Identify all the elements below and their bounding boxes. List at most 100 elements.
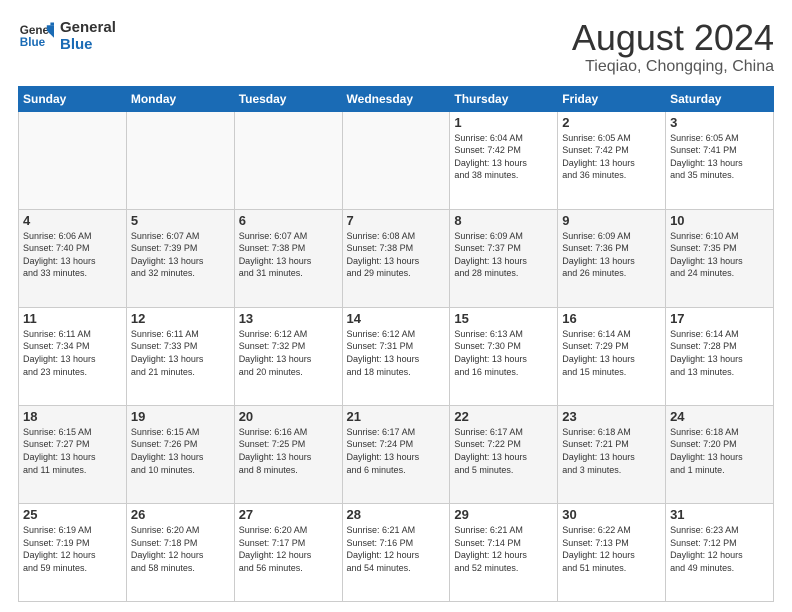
day-info: Sunrise: 6:11 AM Sunset: 7:34 PM Dayligh… — [23, 328, 122, 378]
day-info: Sunrise: 6:06 AM Sunset: 7:40 PM Dayligh… — [23, 230, 122, 280]
calendar-cell: 4 Sunrise: 6:06 AM Sunset: 7:40 PM Daylig… — [19, 209, 127, 307]
day-info: Sunrise: 6:09 AM Sunset: 7:37 PM Dayligh… — [454, 230, 553, 280]
day-number: 3 — [670, 115, 769, 130]
day-info: Sunrise: 6:20 AM Sunset: 7:18 PM Dayligh… — [131, 524, 230, 574]
logo-line1: General — [60, 19, 116, 36]
day-info: Sunrise: 6:17 AM Sunset: 7:22 PM Dayligh… — [454, 426, 553, 476]
day-info: Sunrise: 6:13 AM Sunset: 7:30 PM Dayligh… — [454, 328, 553, 378]
page: General Blue General Blue August 2024 Ti… — [0, 0, 792, 612]
calendar-cell: 19Sunrise: 6:15 AM Sunset: 7:26 PM Dayli… — [126, 405, 234, 503]
day-number: 6 — [239, 213, 338, 228]
day-number: 9 — [562, 213, 661, 228]
day-number: 14 — [347, 311, 446, 326]
day-info: Sunrise: 6:15 AM Sunset: 7:27 PM Dayligh… — [23, 426, 122, 476]
calendar-cell: 8 Sunrise: 6:09 AM Sunset: 7:37 PM Daylig… — [450, 209, 558, 307]
calendar-cell — [19, 111, 127, 209]
calendar-cell: 12Sunrise: 6:11 AM Sunset: 7:33 PM Dayli… — [126, 307, 234, 405]
day-number: 27 — [239, 507, 338, 522]
day-number: 25 — [23, 507, 122, 522]
day-info: Sunrise: 6:18 AM Sunset: 7:21 PM Dayligh… — [562, 426, 661, 476]
calendar-cell: 15 Sunrise: 6:13 AM Sunset: 7:30 PM Dayli… — [450, 307, 558, 405]
day-info: Sunrise: 6:05 AM Sunset: 7:42 PM Dayligh… — [562, 132, 661, 182]
day-number: 29 — [454, 507, 553, 522]
location: Tieqiao, Chongqing, China — [572, 58, 774, 76]
calendar-cell: 13 Sunrise: 6:12 AM Sunset: 7:32 PM Dayli… — [234, 307, 342, 405]
day-number: 24 — [670, 409, 769, 424]
day-number: 21 — [347, 409, 446, 424]
day-info: Sunrise: 6:22 AM Sunset: 7:13 PM Dayligh… — [562, 524, 661, 574]
calendar-cell: 21 Sunrise: 6:17 AM Sunset: 7:24 PM Dayli… — [342, 405, 450, 503]
calendar-cell: 6 Sunrise: 6:07 AM Sunset: 7:38 PM Daylig… — [234, 209, 342, 307]
calendar-week-4: 18 Sunrise: 6:15 AM Sunset: 7:27 PM Dayli… — [19, 405, 774, 503]
calendar-cell: 26 Sunrise: 6:20 AM Sunset: 7:18 PM Dayli… — [126, 503, 234, 601]
day-number: 31 — [670, 507, 769, 522]
title-block: August 2024 Tieqiao, Chongqing, China — [572, 18, 774, 76]
day-number: 7 — [347, 213, 446, 228]
day-info: Sunrise: 6:07 AM Sunset: 7:39 PM Dayligh… — [131, 230, 230, 280]
svg-text:Blue: Blue — [20, 36, 46, 49]
day-info: Sunrise: 6:16 AM Sunset: 7:25 PM Dayligh… — [239, 426, 338, 476]
calendar-cell: 31 Sunrise: 6:23 AM Sunset: 7:12 PM Dayli… — [666, 503, 774, 601]
calendar-week-5: 25 Sunrise: 6:19 AM Sunset: 7:19 PM Dayli… — [19, 503, 774, 601]
day-number: 4 — [23, 213, 122, 228]
day-number: 28 — [347, 507, 446, 522]
day-info: Sunrise: 6:07 AM Sunset: 7:38 PM Dayligh… — [239, 230, 338, 280]
calendar-cell: 18 Sunrise: 6:15 AM Sunset: 7:27 PM Dayli… — [19, 405, 127, 503]
calendar-cell: 5Sunrise: 6:07 AM Sunset: 7:39 PM Daylig… — [126, 209, 234, 307]
day-info: Sunrise: 6:14 AM Sunset: 7:29 PM Dayligh… — [562, 328, 661, 378]
calendar-cell: 2Sunrise: 6:05 AM Sunset: 7:42 PM Daylig… — [558, 111, 666, 209]
calendar-cell: 7Sunrise: 6:08 AM Sunset: 7:38 PM Daylig… — [342, 209, 450, 307]
day-info: Sunrise: 6:17 AM Sunset: 7:24 PM Dayligh… — [347, 426, 446, 476]
day-info: Sunrise: 6:12 AM Sunset: 7:32 PM Dayligh… — [239, 328, 338, 378]
calendar-cell: 22Sunrise: 6:17 AM Sunset: 7:22 PM Dayli… — [450, 405, 558, 503]
calendar-cell: 3Sunrise: 6:05 AM Sunset: 7:41 PM Daylig… — [666, 111, 774, 209]
day-header-wednesday: Wednesday — [342, 86, 450, 111]
day-info: Sunrise: 6:21 AM Sunset: 7:16 PM Dayligh… — [347, 524, 446, 574]
day-number: 15 — [454, 311, 553, 326]
day-header-sunday: Sunday — [19, 86, 127, 111]
month-title: August 2024 — [572, 18, 774, 58]
day-number: 11 — [23, 311, 122, 326]
day-number: 13 — [239, 311, 338, 326]
day-header-tuesday: Tuesday — [234, 86, 342, 111]
calendar-week-2: 4 Sunrise: 6:06 AM Sunset: 7:40 PM Daylig… — [19, 209, 774, 307]
day-number: 23 — [562, 409, 661, 424]
day-info: Sunrise: 6:19 AM Sunset: 7:19 PM Dayligh… — [23, 524, 122, 574]
calendar-header-row: SundayMondayTuesdayWednesdayThursdayFrid… — [19, 86, 774, 111]
day-info: Sunrise: 6:21 AM Sunset: 7:14 PM Dayligh… — [454, 524, 553, 574]
day-header-saturday: Saturday — [666, 86, 774, 111]
calendar-table: SundayMondayTuesdayWednesdayThursdayFrid… — [18, 86, 774, 602]
calendar-cell: 11 Sunrise: 6:11 AM Sunset: 7:34 PM Dayli… — [19, 307, 127, 405]
day-header-monday: Monday — [126, 86, 234, 111]
day-info: Sunrise: 6:18 AM Sunset: 7:20 PM Dayligh… — [670, 426, 769, 476]
day-info: Sunrise: 6:12 AM Sunset: 7:31 PM Dayligh… — [347, 328, 446, 378]
calendar-cell: 25 Sunrise: 6:19 AM Sunset: 7:19 PM Dayli… — [19, 503, 127, 601]
day-number: 26 — [131, 507, 230, 522]
day-number: 16 — [562, 311, 661, 326]
calendar-cell — [126, 111, 234, 209]
calendar-cell: 1Sunrise: 6:04 AM Sunset: 7:42 PM Daylig… — [450, 111, 558, 209]
day-info: Sunrise: 6:11 AM Sunset: 7:33 PM Dayligh… — [131, 328, 230, 378]
logo: General Blue General Blue — [18, 18, 116, 54]
day-info: Sunrise: 6:23 AM Sunset: 7:12 PM Dayligh… — [670, 524, 769, 574]
day-number: 8 — [454, 213, 553, 228]
day-number: 20 — [239, 409, 338, 424]
day-header-thursday: Thursday — [450, 86, 558, 111]
calendar-cell — [342, 111, 450, 209]
day-number: 17 — [670, 311, 769, 326]
calendar-cell: 14 Sunrise: 6:12 AM Sunset: 7:31 PM Dayli… — [342, 307, 450, 405]
day-info: Sunrise: 6:20 AM Sunset: 7:17 PM Dayligh… — [239, 524, 338, 574]
day-info: Sunrise: 6:14 AM Sunset: 7:28 PM Dayligh… — [670, 328, 769, 378]
logo-icon: General Blue — [18, 18, 54, 54]
calendar-cell: 17 Sunrise: 6:14 AM Sunset: 7:28 PM Dayli… — [666, 307, 774, 405]
calendar-cell: 16 Sunrise: 6:14 AM Sunset: 7:29 PM Dayli… — [558, 307, 666, 405]
calendar-week-1: 1Sunrise: 6:04 AM Sunset: 7:42 PM Daylig… — [19, 111, 774, 209]
calendar-cell: 30Sunrise: 6:22 AM Sunset: 7:13 PM Dayli… — [558, 503, 666, 601]
calendar-cell: 24 Sunrise: 6:18 AM Sunset: 7:20 PM Dayli… — [666, 405, 774, 503]
header: General Blue General Blue August 2024 Ti… — [18, 18, 774, 76]
day-info: Sunrise: 6:09 AM Sunset: 7:36 PM Dayligh… — [562, 230, 661, 280]
calendar-cell: 20 Sunrise: 6:16 AM Sunset: 7:25 PM Dayli… — [234, 405, 342, 503]
calendar-week-3: 11 Sunrise: 6:11 AM Sunset: 7:34 PM Dayli… — [19, 307, 774, 405]
day-number: 10 — [670, 213, 769, 228]
day-number: 18 — [23, 409, 122, 424]
